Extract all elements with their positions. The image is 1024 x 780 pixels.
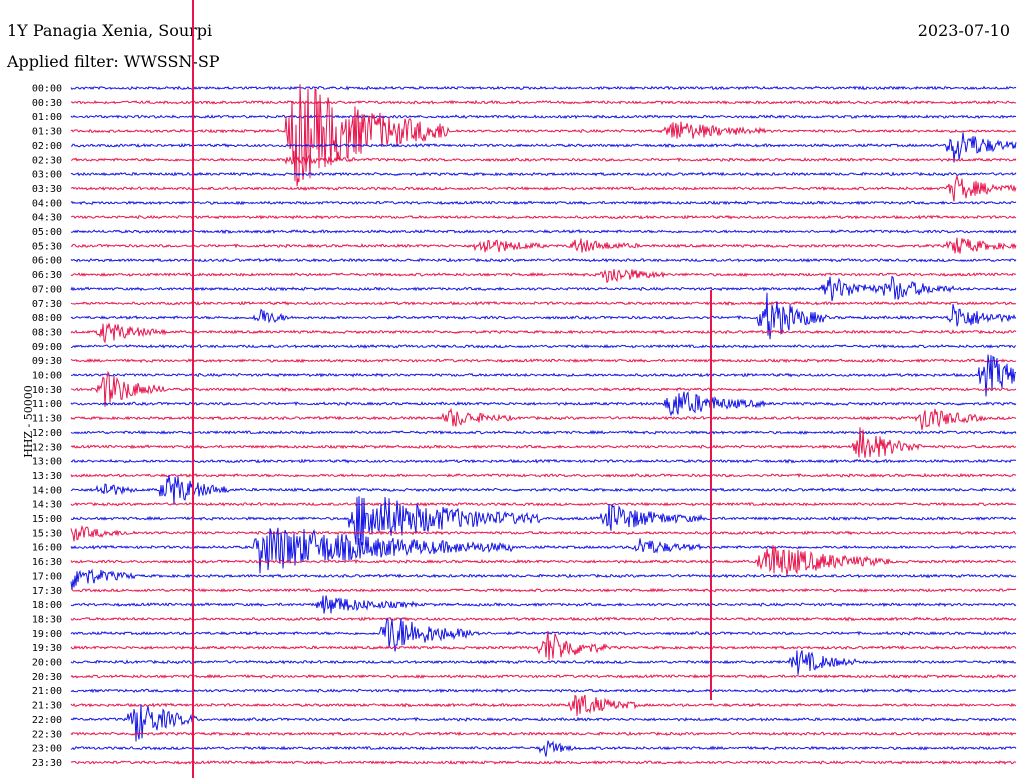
time-tick-label: 07:00 <box>32 284 62 295</box>
trace-line <box>70 300 1017 306</box>
trace-line <box>70 323 1017 344</box>
trace-line <box>70 694 1017 716</box>
trace-line <box>70 474 1017 505</box>
trace-line <box>70 114 1017 120</box>
trace-line <box>70 275 1017 302</box>
trace-line <box>70 214 1017 220</box>
trace-line <box>70 458 1017 464</box>
time-tick-label: 18:00 <box>32 600 62 611</box>
trace-line <box>70 200 1017 206</box>
trace-line <box>70 154 1017 166</box>
trace-line <box>70 524 1017 542</box>
time-tick-label: 10:30 <box>32 385 62 396</box>
time-tick-label: 03:30 <box>32 184 62 195</box>
trace-line <box>70 650 1017 675</box>
trace-line <box>70 429 1017 435</box>
trace-line <box>70 527 1017 574</box>
trace-line <box>70 472 1017 478</box>
trace-line <box>70 99 1017 105</box>
time-tick-label: 07:30 <box>32 299 62 310</box>
trace-line <box>70 740 1017 757</box>
time-tick-label: 12:00 <box>32 428 62 439</box>
trace-line <box>70 229 1017 235</box>
time-tick-label: 08:30 <box>32 327 62 338</box>
trace-line <box>70 407 1017 430</box>
trace-line <box>70 171 1017 177</box>
trace-line <box>70 132 1017 163</box>
helicorder-plot: 00:00 00:30 01:00 01:30 02:00 02:30 03:00 03:30… <box>32 0 1017 778</box>
time-tick-label: 21:00 <box>32 686 62 697</box>
time-tick-label: 19:00 <box>32 629 62 640</box>
time-tick-label: 22:30 <box>32 729 62 740</box>
time-tick-label: 20:30 <box>32 672 62 683</box>
time-tick-label: 05:00 <box>32 227 62 238</box>
trace-group <box>70 0 1017 778</box>
time-tick-label: 04:30 <box>32 213 62 224</box>
trace-line <box>70 237 1017 254</box>
time-tick-label: 17:00 <box>32 571 62 582</box>
time-tick-label: 23:30 <box>32 758 62 769</box>
time-tick-label: 23:00 <box>32 744 62 755</box>
time-tick-label: 11:30 <box>32 414 62 425</box>
trace-line <box>70 343 1017 349</box>
time-tick-label: 14:00 <box>32 485 62 496</box>
tick-label-group: 00:00 00:30 01:00 01:30 02:00 02:30 03:00 03:30… <box>32 84 62 769</box>
time-tick-label: 06:30 <box>32 270 62 281</box>
time-tick-label: 13:30 <box>32 471 62 482</box>
trace-line <box>70 587 1017 593</box>
trace-line <box>70 175 1017 202</box>
trace-line <box>70 595 1017 614</box>
time-tick-label: 21:30 <box>32 701 62 712</box>
time-tick-label: 05:30 <box>32 241 62 252</box>
trace-line <box>70 704 1017 742</box>
trace-line <box>70 85 1017 91</box>
time-tick-label: 15:30 <box>32 528 62 539</box>
trace-line <box>70 370 1017 407</box>
time-tick-label: 01:30 <box>32 127 62 138</box>
time-tick-label: 06:00 <box>32 256 62 267</box>
trace-line <box>70 269 1017 284</box>
time-tick-label: 02:30 <box>32 155 62 166</box>
trace-line <box>70 759 1017 766</box>
trace-line <box>70 616 1017 622</box>
time-tick-label: 09:30 <box>32 356 62 367</box>
time-tick-label: 17:30 <box>32 586 62 597</box>
trace-line <box>70 730 1017 737</box>
time-tick-label: 20:00 <box>32 658 62 669</box>
time-tick-label: 02:00 <box>32 141 62 152</box>
time-tick-label: 12:30 <box>32 442 62 453</box>
trace-line <box>70 391 1017 417</box>
trace-line <box>70 257 1017 263</box>
time-tick-label: 03:00 <box>32 170 62 181</box>
time-tick-label: 08:00 <box>32 313 62 324</box>
trace-line <box>70 631 1017 661</box>
time-tick-label: 18:30 <box>32 614 62 625</box>
time-tick-label: 15:00 <box>32 514 62 525</box>
trace-line <box>70 496 1017 547</box>
time-tick-label: 00:30 <box>32 98 62 109</box>
trace-line <box>70 688 1017 694</box>
trace-line <box>70 501 1017 507</box>
time-tick-label: 04:00 <box>32 198 62 209</box>
time-tick-label: 09:00 <box>32 342 62 353</box>
time-tick-label: 16:00 <box>32 543 62 554</box>
time-tick-label: 13:00 <box>32 457 62 468</box>
trace-line <box>70 673 1017 679</box>
trace-line <box>70 545 1017 575</box>
time-tick-label: 14:30 <box>32 500 62 511</box>
time-tick-label: 22:00 <box>32 715 62 726</box>
time-tick-label: 16:30 <box>32 557 62 568</box>
time-tick-label: 11:00 <box>32 399 62 410</box>
time-tick-label: 00:00 <box>32 84 62 95</box>
trace-line <box>70 84 1017 187</box>
time-tick-label: 01:00 <box>32 112 62 123</box>
time-tick-label: 10:00 <box>32 371 62 382</box>
trace-line <box>70 358 1017 364</box>
time-tick-label: 19:30 <box>32 643 62 654</box>
trace-line <box>70 568 1017 590</box>
